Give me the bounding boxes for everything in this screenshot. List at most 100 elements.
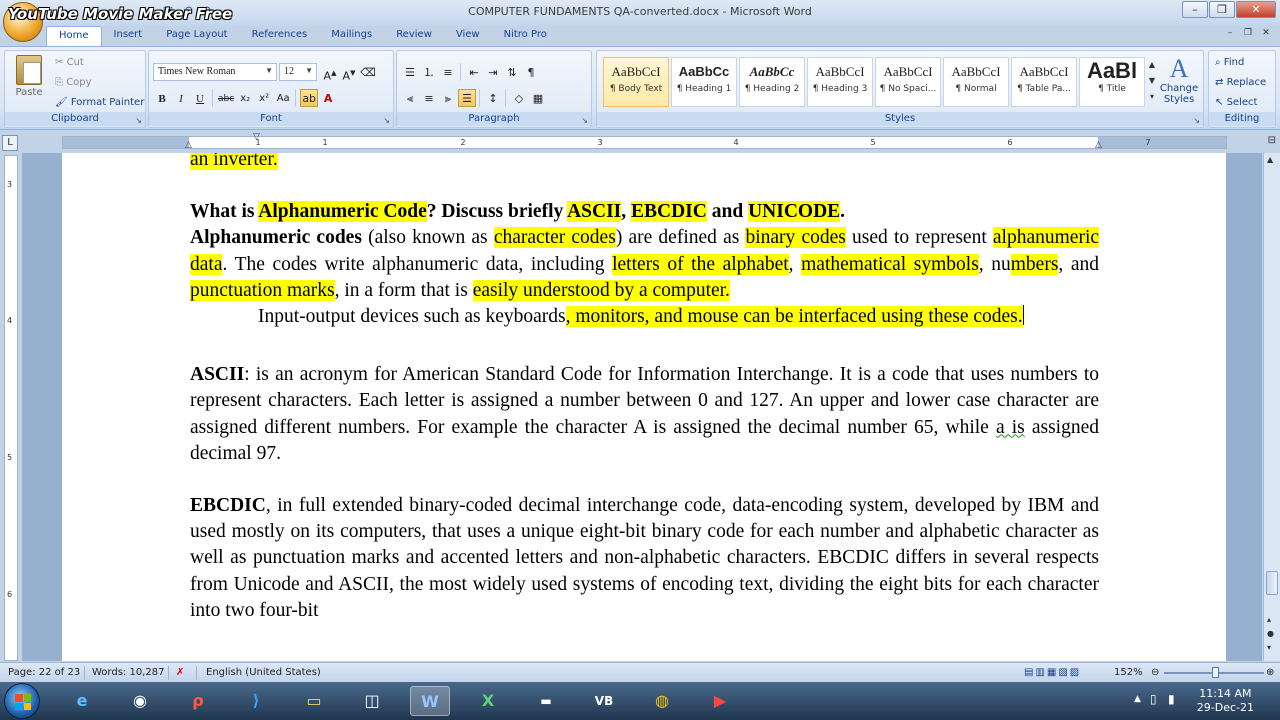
vb-icon[interactable]: VB xyxy=(584,686,624,716)
minimize-button[interactable]: – xyxy=(1182,1,1208,18)
page-count[interactable]: Page: 22 of 23 xyxy=(8,667,80,678)
tab-insert[interactable]: Insert xyxy=(102,26,155,46)
paste-button[interactable]: Paste xyxy=(11,55,47,98)
align-left-icon[interactable]: ⫷ xyxy=(401,89,419,107)
increase-indent-icon[interactable]: ⇥ xyxy=(484,63,502,81)
file-explorer-icon[interactable]: ▭ xyxy=(294,686,334,716)
document-content[interactable]: an inverter. What is Alphanumeric Code? … xyxy=(190,153,1099,624)
borders-icon[interactable]: ▦ xyxy=(529,89,547,107)
tab-view[interactable]: View xyxy=(444,26,492,46)
change-case-icon[interactable]: Aa xyxy=(274,89,292,107)
sql-icon[interactable]: ▬ xyxy=(526,686,566,716)
horizontal-ruler[interactable]: 1 1 2 3 4 5 6 7 ▽ △ △ xyxy=(62,132,1227,150)
view-ruler-icon[interactable]: ⊟ xyxy=(1268,135,1276,146)
clipboard-launcher-icon[interactable]: ↘ xyxy=(135,116,142,125)
tab-references[interactable]: References xyxy=(240,26,320,46)
word-taskbar-icon[interactable]: W xyxy=(410,686,450,716)
strikethrough-icon[interactable]: abc xyxy=(217,89,235,107)
show-hidden-icons-icon[interactable]: ▲ xyxy=(1134,694,1141,704)
styles-launcher-icon[interactable]: ↘ xyxy=(1193,116,1200,125)
clear-formatting-icon[interactable]: ⌫ xyxy=(359,63,377,81)
show-paragraph-marks-icon[interactable]: ¶ xyxy=(522,63,540,81)
tab-review[interactable]: Review xyxy=(384,26,444,46)
replace-button[interactable]: ⇄ Replace xyxy=(1215,77,1266,88)
underline-icon[interactable]: U xyxy=(191,89,209,107)
style-heading-3[interactable]: AaBbCcI ¶ Heading 3 xyxy=(807,57,873,107)
format-painter-button[interactable]: 🖌 Format Painter xyxy=(55,97,144,108)
power-icon[interactable]: ▯ xyxy=(1150,692,1157,706)
hanging-indent-marker[interactable]: △ xyxy=(185,140,192,150)
cut-button[interactable]: ✂ Cut xyxy=(55,57,84,68)
internet-explorer-icon[interactable]: e xyxy=(62,686,102,716)
view-buttons[interactable]: ▤▥▦▧▨ xyxy=(1024,667,1081,678)
select-browse-object-icon[interactable]: ● xyxy=(1267,629,1274,638)
font-color-icon[interactable]: A xyxy=(319,89,337,107)
document-page[interactable]: an inverter. What is Alphanumeric Code? … xyxy=(62,153,1226,661)
shading-icon[interactable]: ◇ xyxy=(510,89,528,107)
scrollbar-thumb[interactable] xyxy=(1266,571,1278,595)
bullets-icon[interactable]: ☰ xyxy=(401,63,419,81)
paragraph-launcher-icon[interactable]: ↘ xyxy=(581,116,588,125)
start-button[interactable] xyxy=(4,683,40,719)
word-count[interactable]: Words: 10,287 xyxy=(92,667,164,678)
first-line-indent-marker[interactable]: ▽ xyxy=(253,132,260,142)
line-spacing-icon[interactable]: ↕ xyxy=(484,89,502,107)
subscript-icon[interactable]: x₂ xyxy=(236,89,254,107)
style-heading-1[interactable]: AaBbCc ¶ Heading 1 xyxy=(671,57,737,107)
align-center-icon[interactable]: ≡ xyxy=(420,89,438,107)
font-launcher-icon[interactable]: ↘ xyxy=(383,116,390,125)
vertical-scrollbar[interactable]: ▲ ▴ ● ▾ xyxy=(1263,153,1280,661)
style-heading-2[interactable]: AaBbCc ¶ Heading 2 xyxy=(739,57,805,107)
zoom-level[interactable]: 152% xyxy=(1114,667,1143,678)
numbering-icon[interactable]: ⒈ xyxy=(420,63,438,81)
grow-font-icon[interactable]: A▲ xyxy=(321,63,339,83)
language-indicator[interactable]: English (United States) xyxy=(206,667,321,678)
change-styles-button[interactable]: A Change Styles xyxy=(1159,55,1199,106)
app-window-icon[interactable]: ◫ xyxy=(352,686,392,716)
doc-minimize-icon[interactable]: – xyxy=(1222,28,1238,42)
style-table-paragraph[interactable]: AaBbCcI ¶ Table Pa... xyxy=(1011,57,1077,107)
tab-nitro-pro[interactable]: Nitro Pro xyxy=(492,26,559,46)
style-no-spacing[interactable]: AaBbCcI ¶ No Spaci... xyxy=(875,57,941,107)
zoom-out-icon[interactable]: ⊖ xyxy=(1151,667,1159,678)
vscode-icon[interactable]: ⟩ xyxy=(236,686,276,716)
doc-restore-icon[interactable]: ❐ xyxy=(1240,28,1256,42)
scroll-up-icon[interactable]: ▲ xyxy=(1267,155,1273,164)
find-button[interactable]: ⌕ Find xyxy=(1215,57,1244,68)
obs-icon[interactable]: ◉ xyxy=(120,686,160,716)
style-body-text[interactable]: AaBbCcI ¶ Body Text xyxy=(603,57,669,107)
align-right-icon[interactable]: ⫸ xyxy=(439,89,457,107)
style-normal[interactable]: AaBbCcI ¶ Normal xyxy=(943,57,1009,107)
zoom-slider-knob[interactable] xyxy=(1212,667,1219,678)
decrease-indent-icon[interactable]: ⇤ xyxy=(465,63,483,81)
maximize-button[interactable]: ❐ xyxy=(1209,1,1235,18)
previous-page-icon[interactable]: ▴ xyxy=(1267,615,1271,624)
font-size-select[interactable]: 12 ▼ xyxy=(279,63,317,81)
font-name-select[interactable]: Times New Roman ▼ xyxy=(153,63,277,81)
next-page-icon[interactable]: ▾ xyxy=(1267,643,1271,652)
tab-mailings[interactable]: Mailings xyxy=(319,26,384,46)
tab-selector[interactable]: L xyxy=(2,135,18,151)
shrink-font-icon[interactable]: A▼ xyxy=(340,63,358,83)
nitro-pdf-icon[interactable]: ρ xyxy=(178,686,218,716)
tab-home[interactable]: Home xyxy=(46,26,102,46)
proofing-error-icon[interactable]: ✗ xyxy=(176,667,184,678)
copy-button[interactable]: ⎘ Copy xyxy=(55,77,92,88)
italic-icon[interactable]: I xyxy=(172,89,190,107)
superscript-icon[interactable]: x² xyxy=(255,89,273,107)
youtube-movie-maker-icon[interactable]: ▶ xyxy=(700,686,740,716)
bold-icon[interactable]: B xyxy=(153,89,171,107)
sort-icon[interactable]: ⇅ xyxy=(503,63,521,81)
network-icon[interactable]: ▮ xyxy=(1168,692,1175,706)
styles-scroll[interactable]: ▲ ▼ ▾ xyxy=(1147,57,1157,107)
justify-icon[interactable]: ☰ xyxy=(458,89,476,107)
multilevel-list-icon[interactable]: ≡ xyxy=(439,63,457,81)
doc-close-icon[interactable]: ✕ xyxy=(1258,28,1274,42)
clock[interactable]: 11:14 AM 29-Dec-21 xyxy=(1197,687,1254,715)
grammar-flag[interactable]: a is xyxy=(996,417,1025,438)
style-title[interactable]: AaBl ¶ Title xyxy=(1079,57,1145,107)
highlight-icon[interactable]: ab xyxy=(300,89,319,107)
close-button[interactable]: ✕ xyxy=(1236,1,1276,18)
select-button[interactable]: ↖ Select xyxy=(1215,97,1257,108)
excel-icon[interactable]: X xyxy=(468,686,508,716)
